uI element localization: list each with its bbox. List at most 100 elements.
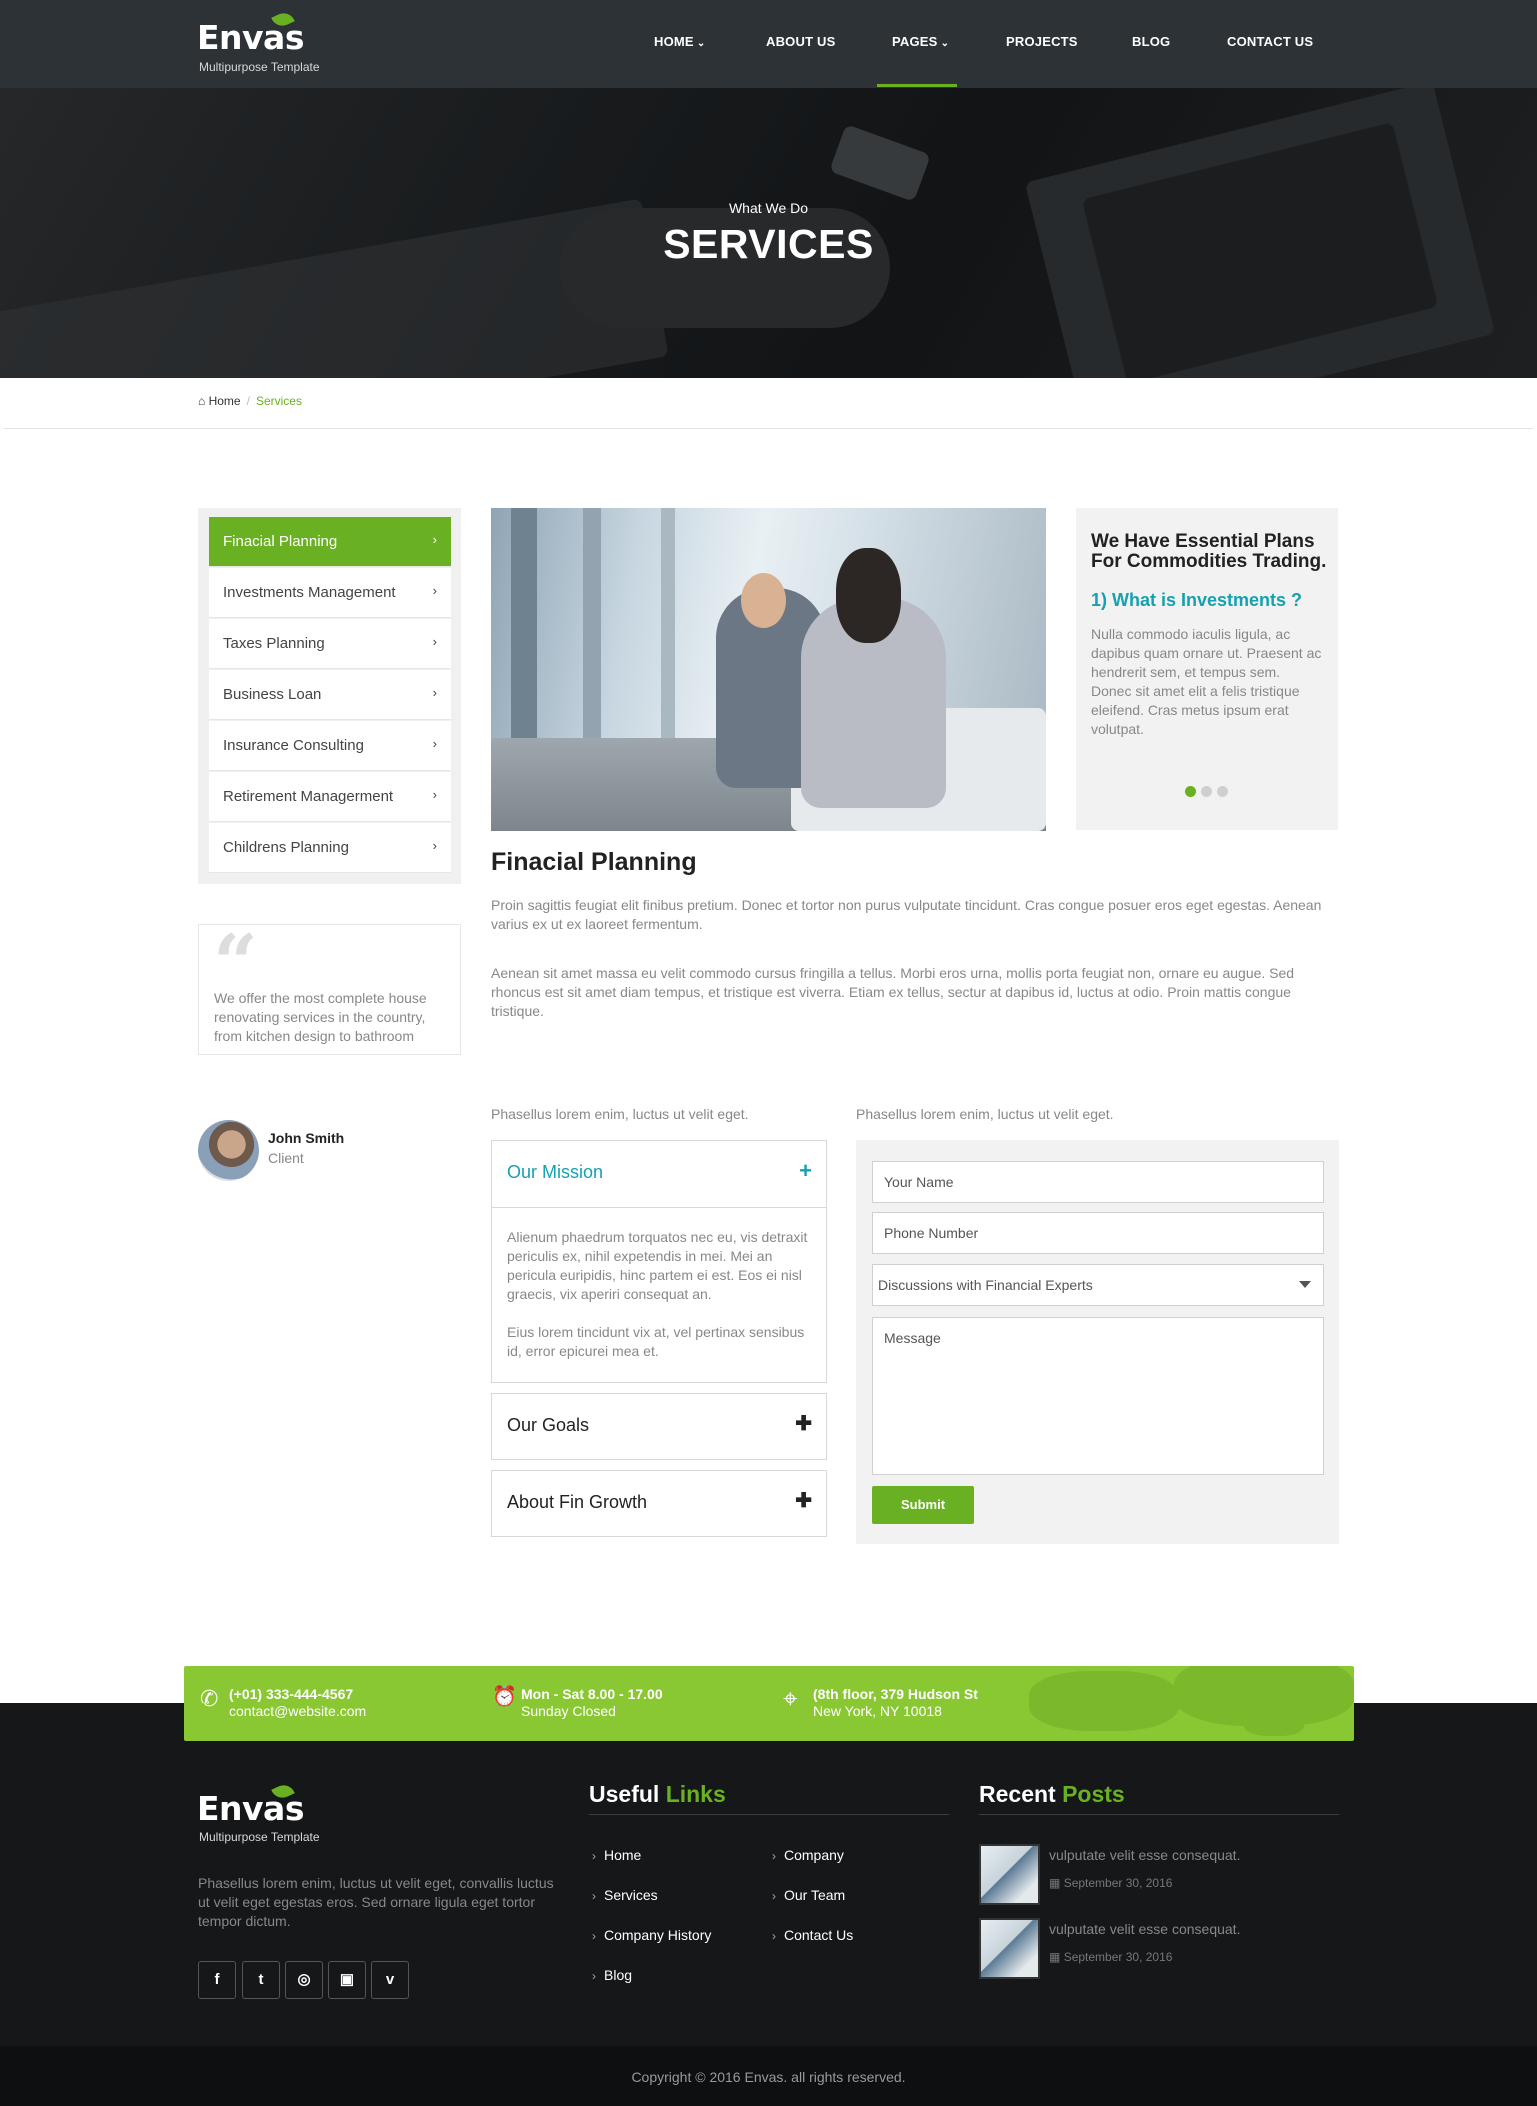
chevron-right-icon: ›: [432, 583, 437, 598]
sidebar-item-taxes-planning[interactable]: Taxes Planning ›: [209, 619, 451, 669]
footer-about-text: Phasellus lorem enim, luctus ut velit eg…: [198, 1875, 554, 1929]
sidebar-item-childrens-planning[interactable]: Childrens Planning ›: [209, 823, 451, 873]
breadcrumb-home[interactable]: Home: [209, 394, 241, 408]
map-pin-icon: ⌖: [783, 1683, 798, 1713]
breadcrumb-current: Services: [255, 394, 302, 408]
nav-about-us[interactable]: ABOUT US: [766, 34, 836, 49]
home-icon[interactable]: ⌂: [198, 394, 205, 408]
message-field[interactable]: Message: [872, 1317, 1324, 1475]
slider-dot-1[interactable]: [1185, 786, 1196, 797]
accordion-title: About Fin Growth: [507, 1492, 648, 1512]
top-navigation-bar: Envas Multipurpose Template HOME ⌄ ABOUT …: [0, 0, 1537, 88]
nav-blog[interactable]: BLOG: [1132, 34, 1170, 49]
footer-link-company-history[interactable]: › Company History: [592, 1927, 711, 1943]
divider: [4, 428, 1533, 429]
post-thumbnail[interactable]: [979, 1918, 1040, 1979]
post-title[interactable]: vulputate velit esse consequat.: [1049, 1921, 1240, 1937]
footer-link-contact-us[interactable]: › Contact Us: [772, 1927, 853, 1943]
submit-button[interactable]: Submit: [872, 1486, 974, 1524]
chevron-right-icon: ›: [772, 1849, 776, 1863]
nav-pages[interactable]: PAGES ⌄: [892, 34, 949, 49]
calendar-icon: ▦: [1049, 1950, 1061, 1964]
hero-title: SERVICES: [663, 221, 874, 267]
topic-select[interactable]: Discussions with Financial Experts: [872, 1264, 1324, 1306]
phone-icon: ✆: [200, 1686, 219, 1711]
chevron-right-icon: ›: [432, 736, 437, 751]
accordion-our-mission[interactable]: Our Mission +: [491, 1140, 827, 1208]
nav-home[interactable]: HOME ⌄: [654, 34, 705, 49]
footer-divider: [589, 1814, 949, 1815]
chevron-right-icon: ›: [772, 1929, 776, 1943]
expand-icon[interactable]: +: [799, 1158, 812, 1184]
chevron-down-icon: ⌄: [696, 38, 706, 49]
useful-links-heading: Useful Links: [589, 1781, 726, 1807]
footer-divider: [979, 1814, 1339, 1815]
vimeo-icon[interactable]: v: [371, 1961, 409, 1999]
nav-contact-us[interactable]: CONTACT US: [1227, 34, 1313, 49]
section-title: Finacial Planning: [491, 848, 697, 876]
logo-name[interactable]: Envas: [197, 18, 304, 57]
accordion-text-2: Eius lorem tincidunt vix at, vel pertina…: [507, 1324, 805, 1359]
testimonial-text: We offer the most complete house renovat…: [214, 990, 427, 1044]
nav-active-indicator: [877, 84, 957, 87]
info-card-title: We Have Essential Plans For Commodities …: [1091, 531, 1327, 572]
name-field[interactable]: Your Name: [872, 1161, 1324, 1203]
chevron-right-icon: ›: [592, 1969, 596, 1983]
accordion-about-fin-growth[interactable]: About Fin Growth ✚: [491, 1470, 827, 1537]
chevron-right-icon: ›: [432, 838, 437, 853]
world-map-decoration: [1029, 1671, 1179, 1731]
expand-icon[interactable]: ✚: [795, 1411, 812, 1436]
footer-link-services[interactable]: › Services: [592, 1887, 658, 1903]
footer-link-our-team[interactable]: › Our Team: [772, 1887, 845, 1903]
contact-address-city: New York, NY 10018: [813, 1703, 942, 1719]
form-intro-text: Phasellus lorem enim, luctus ut velit eg…: [856, 1106, 1114, 1122]
accordion-title: Our Goals: [507, 1415, 590, 1435]
footer-logo-name[interactable]: Envas: [197, 1789, 304, 1828]
post-date: ▦ September 30, 2016: [1049, 1950, 1173, 1964]
twitter-icon[interactable]: t: [242, 1961, 280, 1999]
contact-hours-closed: Sunday Closed: [521, 1703, 616, 1719]
post-date: ▦ September 30, 2016: [1049, 1876, 1173, 1890]
testimonial-role: Client: [268, 1150, 304, 1166]
chevron-right-icon: ›: [432, 532, 437, 547]
accordion-our-goals[interactable]: Our Goals ✚: [491, 1393, 827, 1460]
breadcrumb: ⌂ Home / Services: [198, 394, 302, 408]
slider-dot-2[interactable]: [1201, 786, 1212, 797]
nav-projects[interactable]: PROJECTS: [1006, 34, 1078, 49]
facebook-icon[interactable]: f: [198, 1961, 236, 1999]
slider-dot-3[interactable]: [1217, 786, 1228, 797]
instagram-icon[interactable]: ▣: [328, 1961, 366, 1999]
hero-subtitle: What We Do: [728, 200, 809, 216]
footer-logo-tagline: Multipurpose Template: [199, 1830, 320, 1844]
service-image: [491, 508, 1046, 831]
sidebar-item-investments-management[interactable]: Investments Management ›: [209, 568, 451, 618]
dribbble-icon[interactable]: ◎: [285, 1961, 323, 1999]
chevron-right-icon: ›: [432, 685, 437, 700]
phone-field[interactable]: Phone Number: [872, 1212, 1324, 1254]
sidebar-item-insurance-consulting[interactable]: Insurance Consulting ›: [209, 721, 451, 771]
contact-address: (8th floor, 379 Hudson St: [813, 1686, 978, 1702]
contact-email[interactable]: contact@website.com: [229, 1703, 366, 1719]
clock-icon: ⏰: [492, 1686, 517, 1708]
dropdown-arrow-icon: [1299, 1281, 1311, 1288]
sidebar-item-retirement-management[interactable]: Retirement Managerment ›: [209, 772, 451, 822]
post-title[interactable]: vulputate velit esse consequat.: [1049, 1847, 1240, 1863]
footer-link-blog[interactable]: › Blog: [592, 1967, 632, 1983]
post-thumbnail[interactable]: [979, 1844, 1040, 1905]
breadcrumb-separator: /: [246, 394, 250, 408]
contact-phone[interactable]: (+01) 333-444-4567: [229, 1686, 353, 1702]
footer-link-company[interactable]: › Company: [772, 1847, 844, 1863]
accordion-intro-text: Phasellus lorem enim, luctus ut velit eg…: [491, 1106, 749, 1122]
sidebar-item-financial-planning[interactable]: Finacial Planning ›: [209, 517, 451, 567]
accordion-text-1: Alienum phaedrum torquatos nec eu, vis d…: [507, 1229, 808, 1302]
footer-link-home[interactable]: › Home: [592, 1847, 641, 1863]
sidebar-item-business-loan[interactable]: Business Loan ›: [209, 670, 451, 720]
section-paragraph-1: Proin sagittis feugiat elit finibus pret…: [491, 897, 1322, 932]
hero-banner: What We Do SERVICES: [0, 88, 1537, 378]
expand-icon[interactable]: ✚: [795, 1488, 812, 1513]
chevron-right-icon: ›: [432, 634, 437, 649]
copyright-text: Copyright © 2016 Envas. all rights reser…: [631, 2069, 906, 2085]
world-map-decoration: [1244, 1711, 1304, 1736]
info-card-text: Nulla commodo iaculis ligula, ac dapibus…: [1091, 626, 1322, 737]
chevron-right-icon: ›: [592, 1849, 596, 1863]
